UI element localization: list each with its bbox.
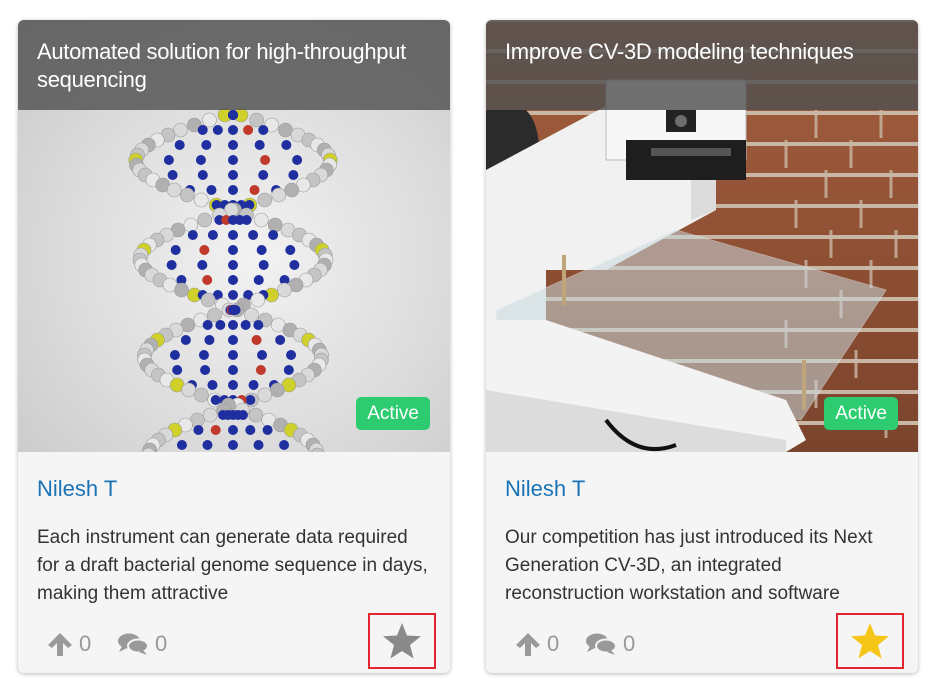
favorite-button[interactable] xyxy=(368,613,436,669)
upvote-count: 0 xyxy=(547,631,560,656)
comment-count: 0 xyxy=(155,631,168,656)
card-title[interactable]: Improve CV-3D modeling techniques xyxy=(505,38,899,66)
star-icon xyxy=(383,623,421,659)
card-image[interactable]: Automated solution for high-throughput s… xyxy=(18,20,450,452)
card-footer: 0 0 xyxy=(505,609,906,673)
upvote-count: 0 xyxy=(79,631,92,656)
arrow-up-icon xyxy=(48,633,72,656)
card-body: Nilesh T Our competition has just introd… xyxy=(486,452,918,673)
card-title[interactable]: Automated solution for high-throughput s… xyxy=(37,38,431,94)
arrow-up-icon xyxy=(516,633,540,656)
challenge-card[interactable]: Automated solution for high-throughput s… xyxy=(18,20,450,673)
favorite-button[interactable] xyxy=(836,613,904,669)
comments-icon xyxy=(586,633,617,655)
card-image[interactable]: Improve CV-3D modeling techniques Active xyxy=(486,20,918,452)
comments-button[interactable]: 0 xyxy=(585,631,635,657)
card-title-bar: Automated solution for high-throughput s… xyxy=(18,20,450,110)
card-body: Nilesh T Each instrument can generate da… xyxy=(18,452,450,673)
comment-count: 0 xyxy=(623,631,636,656)
challenge-card[interactable]: Improve CV-3D modeling techniques Active… xyxy=(486,20,918,673)
status-badge: Active xyxy=(824,397,898,430)
card-description: Each instrument can generate data requir… xyxy=(37,527,428,604)
upvote-button[interactable]: 0 xyxy=(47,631,91,657)
author-link[interactable]: Nilesh T xyxy=(37,476,117,502)
card-description: Our competition has just introduced its … xyxy=(505,527,873,604)
challenge-card-grid: Automated solution for high-throughput s… xyxy=(0,0,939,694)
card-footer: 0 0 xyxy=(37,609,438,673)
status-badge: Active xyxy=(356,397,430,430)
upvote-button[interactable]: 0 xyxy=(515,631,559,657)
author-link[interactable]: Nilesh T xyxy=(505,476,585,502)
comments-icon xyxy=(118,633,149,655)
comments-button[interactable]: 0 xyxy=(117,631,167,657)
star-icon xyxy=(851,623,889,659)
card-title-bar: Improve CV-3D modeling techniques xyxy=(486,20,918,110)
